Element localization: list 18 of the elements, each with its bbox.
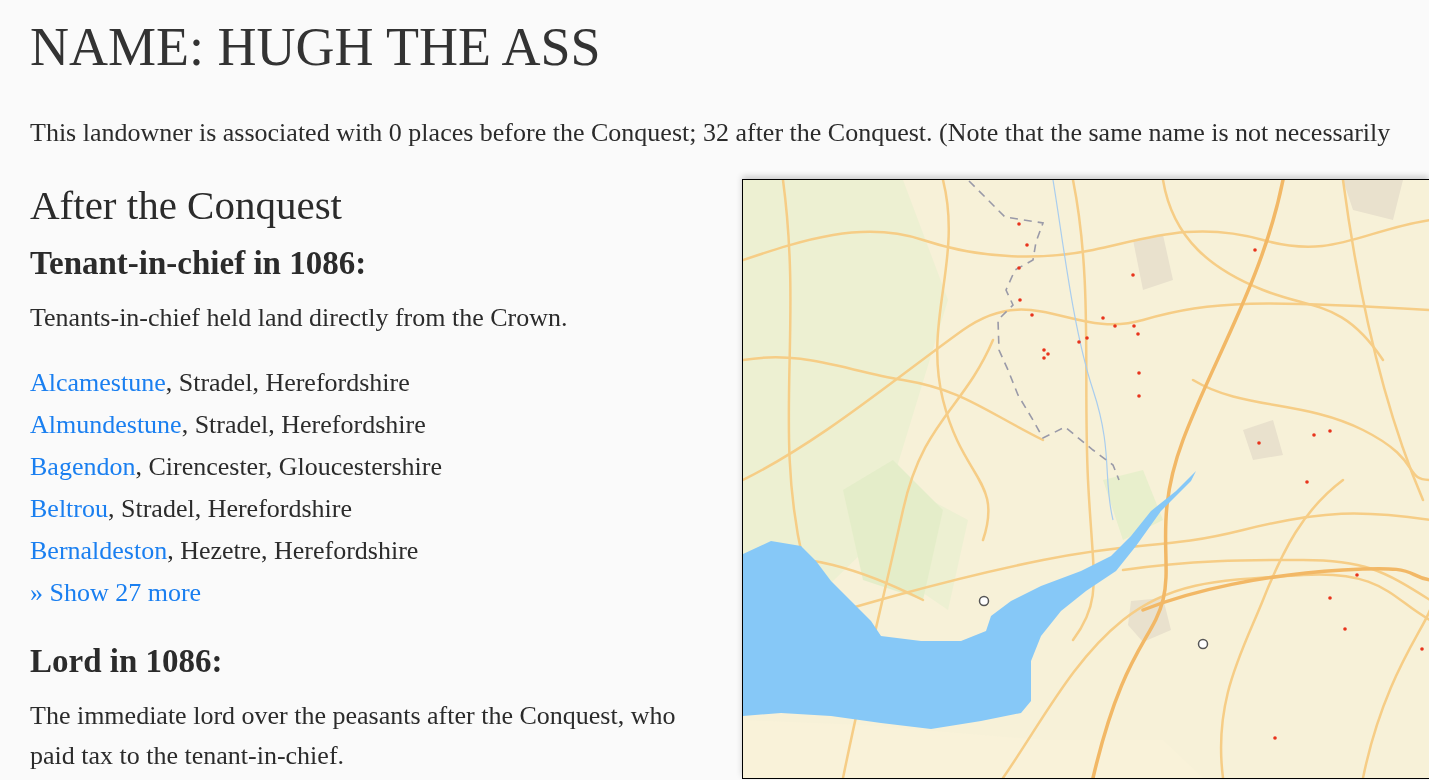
place-link[interactable]: Almundestune [30,404,182,446]
description-text: Tenants-in-chief held land directly from the Crown. [30,302,569,334]
subsection-heading: Lord in 1086: [30,643,223,679]
page-title: NAME: HUGH THE ASS [30,19,601,75]
place-link[interactable]: Beltrou [30,488,108,530]
place-link[interactable]: Alcamestune [30,362,166,404]
place-location: , Stradel, Herefordshire [181,409,426,441]
place-location: , Hezetre, Herefordshire [167,535,419,567]
summary-text: This landowner is associated with 0 places before the Conquest; 32 after the Conquest. (Note that the same name is not necessarily [30,117,1391,149]
place-location: , Stradel, Herefordshire [165,367,410,399]
subsection-heading: Tenant-in-chief in 1086: [30,245,367,281]
place-link[interactable]: Bernaldeston [30,530,168,572]
description-text: The immediate lord over the peasants after the Conquest, who paid tax to the tenant-in-chief. [30,700,677,772]
show-more-link[interactable]: » Show 27 more [30,572,202,614]
section-heading: After the Conquest [30,183,342,227]
place-location: , Stradel, Herefordshire [108,493,353,525]
place-location: , Cirencester, Gloucestershire [135,451,442,483]
place-link[interactable]: Bagendon [30,446,136,488]
